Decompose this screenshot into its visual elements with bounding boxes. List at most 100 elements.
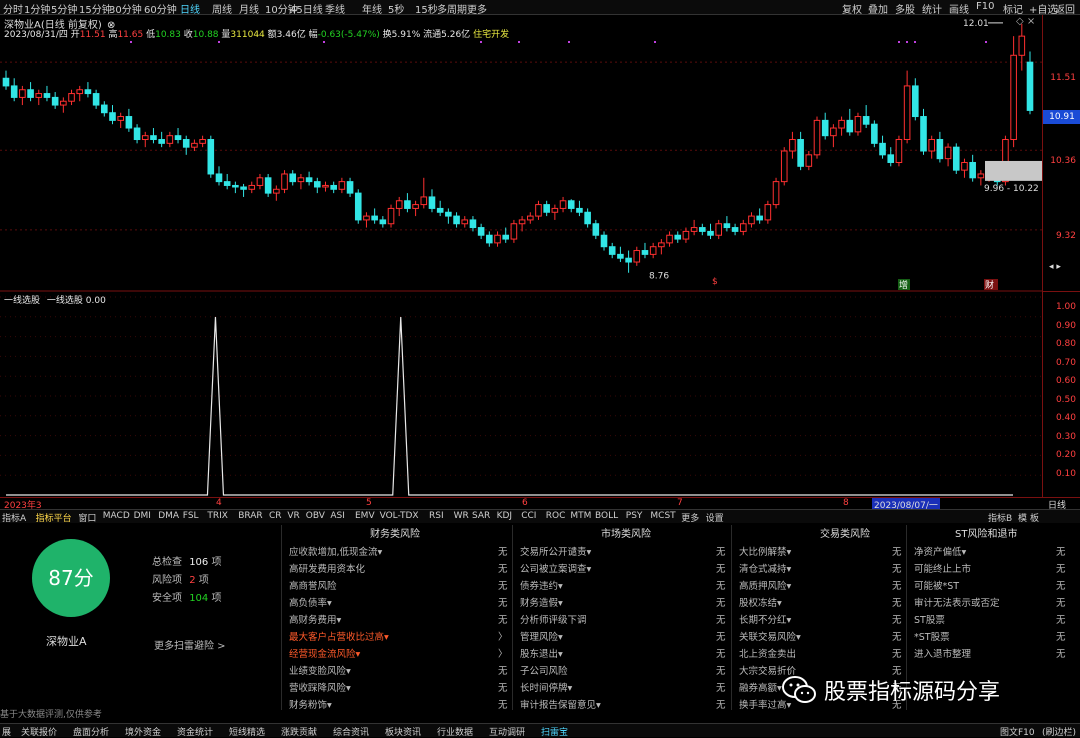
- risk-item[interactable]: 可能被*ST: [914, 578, 959, 592]
- indicator-tab[interactable]: BRAR: [238, 511, 262, 521]
- statusbar-item[interactable]: 行业数据: [437, 725, 473, 738]
- risk-item[interactable]: 进入退市整理: [914, 646, 971, 660]
- toolbar-button[interactable]: 标记: [1003, 1, 1023, 16]
- risk-item[interactable]: ST股票: [914, 612, 945, 626]
- risk-item[interactable]: 高商誉风险: [289, 578, 337, 592]
- timeframe-tab[interactable]: 5秒: [388, 1, 404, 16]
- risk-item[interactable]: 高质押风险▾: [739, 578, 791, 592]
- timeframe-tab[interactable]: 季线: [325, 1, 345, 16]
- statusbar-item[interactable]: 境外资金: [125, 725, 161, 738]
- risk-item[interactable]: 财务造假▾: [520, 595, 563, 609]
- statusbar-item[interactable]: 关联报价: [21, 725, 57, 738]
- more-scan-link[interactable]: 更多扫雷避险 >: [154, 637, 226, 652]
- indicator-tab[interactable]: ROC: [546, 511, 566, 521]
- statusbar-item[interactable]: 综合资讯: [333, 725, 369, 738]
- risk-item[interactable]: 财务粉饰▾: [289, 697, 332, 711]
- timeframe-tab[interactable]: 45日线: [290, 1, 323, 16]
- timeframe-tab[interactable]: 周线: [212, 1, 232, 16]
- timeframe-tab[interactable]: 60分钟: [144, 1, 177, 16]
- toolbar-button[interactable]: 复权: [842, 1, 862, 16]
- risk-item[interactable]: 长时间停牌▾: [520, 680, 572, 694]
- risk-item[interactable]: 融券高额▾: [739, 680, 782, 694]
- risk-item[interactable]: 高研发费用资本化: [289, 561, 365, 575]
- indicator-tab[interactable]: EMV: [355, 511, 375, 521]
- indicator-tab[interactable]: VR: [287, 511, 299, 521]
- indicator-tab[interactable]: DMI: [134, 511, 151, 521]
- risk-item[interactable]: 可能终止上市: [914, 561, 971, 575]
- timeframe-tab[interactable]: 更多: [467, 1, 487, 16]
- timeframe-tab[interactable]: 15秒: [415, 1, 438, 16]
- timeframe-tab[interactable]: 30分钟: [109, 1, 142, 16]
- statusbar-item[interactable]: 互动调研: [489, 725, 525, 738]
- risk-item[interactable]: 关联交易风险▾: [739, 629, 801, 643]
- indicator-tab[interactable]: VOL-TDX: [380, 511, 419, 521]
- risk-item[interactable]: 债券违约▾: [520, 578, 563, 592]
- candle: [76, 89, 84, 95]
- indicator-tab[interactable]: MTM: [570, 511, 591, 521]
- statusbar-item[interactable]: 板块资讯: [385, 725, 421, 738]
- indicator-tab[interactable]: MACD: [103, 511, 130, 521]
- indicator-tab[interactable]: BOLL: [595, 511, 618, 521]
- timeframe-tab[interactable]: 多周期: [437, 1, 467, 16]
- indicator-tab[interactable]: FSL: [183, 511, 199, 521]
- risk-item[interactable]: *ST股票: [914, 629, 950, 643]
- risk-item[interactable]: 净资产偏低▾: [914, 544, 966, 558]
- toolbar-button[interactable]: 多股: [895, 1, 915, 16]
- toolbar-button[interactable]: 统计: [922, 1, 942, 16]
- indicator-tab[interactable]: CCI: [521, 511, 536, 521]
- risk-item[interactable]: 最大客户占营收比过高▾: [289, 629, 389, 643]
- risk-item[interactable]: 股东退出▾: [520, 646, 563, 660]
- timeframe-tab[interactable]: 年线: [362, 1, 382, 16]
- indicator-tab[interactable]: CR: [269, 511, 282, 521]
- risk-item[interactable]: 管理风险▾: [520, 629, 563, 643]
- risk-item[interactable]: 审计报告保留意见▾: [520, 697, 601, 711]
- risk-item[interactable]: 应收款增加,低现金流▾: [289, 544, 382, 558]
- statusbar-item[interactable]: 短线精选: [229, 725, 265, 738]
- risk-item[interactable]: 审计无法表示或否定: [914, 595, 1000, 609]
- statusbar-item[interactable]: 扫雷宝: [541, 725, 568, 738]
- toolbar-button[interactable]: 返回: [1055, 1, 1075, 16]
- timeframe-tab[interactable]: 日线: [180, 1, 200, 16]
- toolbar-button[interactable]: 叠加: [868, 1, 888, 16]
- indicator-tab[interactable]: SAR: [472, 511, 490, 521]
- risk-item[interactable]: 公司被立案调查▾: [520, 561, 591, 575]
- timeframe-tab[interactable]: 月线: [239, 1, 259, 16]
- risk-item[interactable]: 分析师评级下调: [520, 612, 587, 626]
- timeframe-tab[interactable]: 分时: [3, 1, 23, 16]
- statusbar-item[interactable]: 盘面分析: [73, 725, 109, 738]
- kline-chart[interactable]: 12.01 8.76 9.96 - 10.22 $ 增 财: [0, 15, 1042, 497]
- timeframe-tab[interactable]: 15分钟: [79, 1, 112, 16]
- risk-item[interactable]: 经营现金流风险▾: [289, 646, 360, 660]
- risk-item[interactable]: 营收踩降风险▾: [289, 680, 351, 694]
- risk-item[interactable]: 清仓式减持▾: [739, 561, 791, 575]
- statusbar-item[interactable]: 资金统计: [177, 725, 213, 738]
- toolbar-button[interactable]: +自选: [1029, 1, 1057, 16]
- f10-link[interactable]: 图文F10: [1000, 725, 1035, 738]
- risk-item[interactable]: 高负债率▾: [289, 595, 332, 609]
- risk-item[interactable]: 业绩变脸风险▾: [289, 663, 351, 677]
- risk-item[interactable]: 大比例解禁▾: [739, 544, 791, 558]
- toolbar-button[interactable]: 画线: [949, 1, 969, 16]
- timeframe-tab[interactable]: 1分钟: [24, 1, 50, 16]
- risk-item[interactable]: 股权冻结▾: [739, 595, 782, 609]
- indicator-tab[interactable]: WR: [454, 511, 469, 521]
- indicator-tab[interactable]: DMA: [158, 511, 179, 521]
- indicator-tab[interactable]: RSI: [429, 511, 444, 521]
- axis-arrows[interactable]: ◂ ▸: [1049, 262, 1061, 272]
- risk-item[interactable]: 交易所公开谴责▾: [520, 544, 591, 558]
- risk-item[interactable]: 长期不分红▾: [739, 612, 791, 626]
- indicator-tab[interactable]: OBV: [306, 511, 325, 521]
- risk-item[interactable]: 高财务费用▾: [289, 612, 341, 626]
- timeframe-tab[interactable]: 5分钟: [51, 1, 77, 16]
- indicator-tab[interactable]: MCST: [650, 511, 675, 521]
- indicator-tab[interactable]: KDJ: [497, 511, 513, 521]
- indicator-tab[interactable]: PSY: [626, 511, 643, 521]
- statusbar-item[interactable]: 涨跌贡献: [281, 725, 317, 738]
- indicator-tab[interactable]: TRIX: [207, 511, 228, 521]
- indicator-tab[interactable]: ASI: [330, 511, 345, 521]
- statusbar-item[interactable]: 展: [2, 725, 11, 738]
- toolbar-button[interactable]: F10: [976, 1, 994, 12]
- risk-item[interactable]: 北上资金卖出: [739, 646, 796, 660]
- sidebar-toggle[interactable]: (刷边栏): [1042, 725, 1076, 738]
- risk-item[interactable]: 子公司风险: [520, 663, 568, 677]
